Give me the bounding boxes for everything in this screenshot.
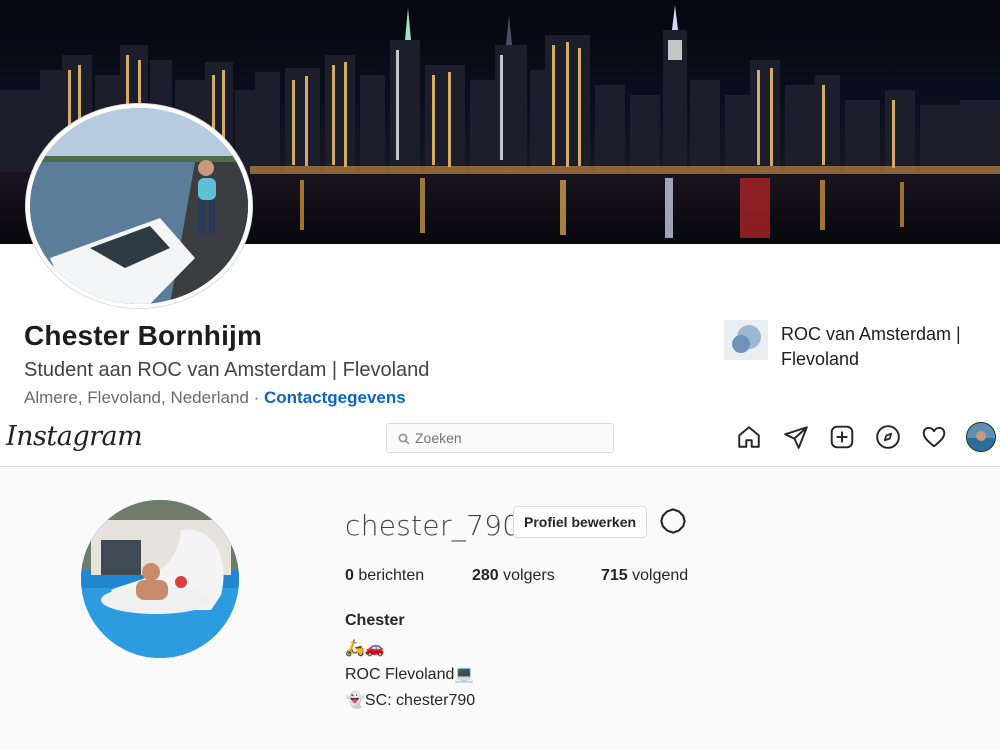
contact-info-link[interactable]: Contactgegevens <box>264 388 406 407</box>
profile-name: Chester Bornhijm <box>24 320 263 351</box>
instagram-logo[interactable]: Instagram <box>6 421 143 452</box>
school-logo <box>724 320 768 360</box>
profile-full-name: Chester <box>345 612 405 629</box>
home-icon[interactable] <box>734 422 764 452</box>
profile-headline: Student aan ROC van Amsterdam | Flevolan… <box>24 359 430 381</box>
instagram-profile-section: chester_790 Profiel bewerken 0 berichten… <box>0 467 1000 750</box>
bio-line-snapchat: 👻SC: chester790 <box>345 692 476 709</box>
instagram-profile-photo[interactable] <box>81 500 239 658</box>
nav-profile-avatar[interactable] <box>966 422 996 452</box>
activity-heart-icon[interactable] <box>919 422 949 452</box>
instagram-top-nav: Instagram <box>0 415 1000 467</box>
search-box[interactable] <box>386 423 614 453</box>
posts-count-stat: 0 berichten <box>345 567 424 585</box>
followers-stat[interactable]: 280 volgers <box>472 567 555 585</box>
explore-icon[interactable] <box>873 422 903 452</box>
edit-profile-button[interactable]: Profiel bewerken <box>513 506 648 538</box>
followers-label: volgers <box>498 567 555 584</box>
settings-gear-icon[interactable] <box>659 507 687 535</box>
profile-username: chester_790 <box>345 509 521 542</box>
posts-label: berichten <box>353 567 425 584</box>
direct-message-icon[interactable] <box>781 422 811 452</box>
following-label: volgend <box>627 567 689 584</box>
search-icon <box>398 432 410 450</box>
posts-count: 0 <box>345 567 354 584</box>
profile-location: Almere, Flevoland, Nederland <box>24 388 249 407</box>
profile-location-line: Almere, Flevoland, Nederland · Contactge… <box>24 388 406 408</box>
new-post-icon[interactable] <box>827 422 857 452</box>
school-name: ROC van Amsterdam | Flevoland <box>781 324 961 369</box>
bio-line-emojis: 🛵🚗 <box>345 640 385 657</box>
search-input[interactable] <box>415 424 605 452</box>
location-separator: · <box>248 388 265 407</box>
following-count: 715 <box>601 567 628 584</box>
bio-line-school: ROC Flevoland💻 <box>345 666 475 683</box>
following-stat[interactable]: 715 volgend <box>601 567 688 585</box>
followers-count: 280 <box>472 567 499 584</box>
linkedin-profile-photo[interactable] <box>26 104 252 308</box>
